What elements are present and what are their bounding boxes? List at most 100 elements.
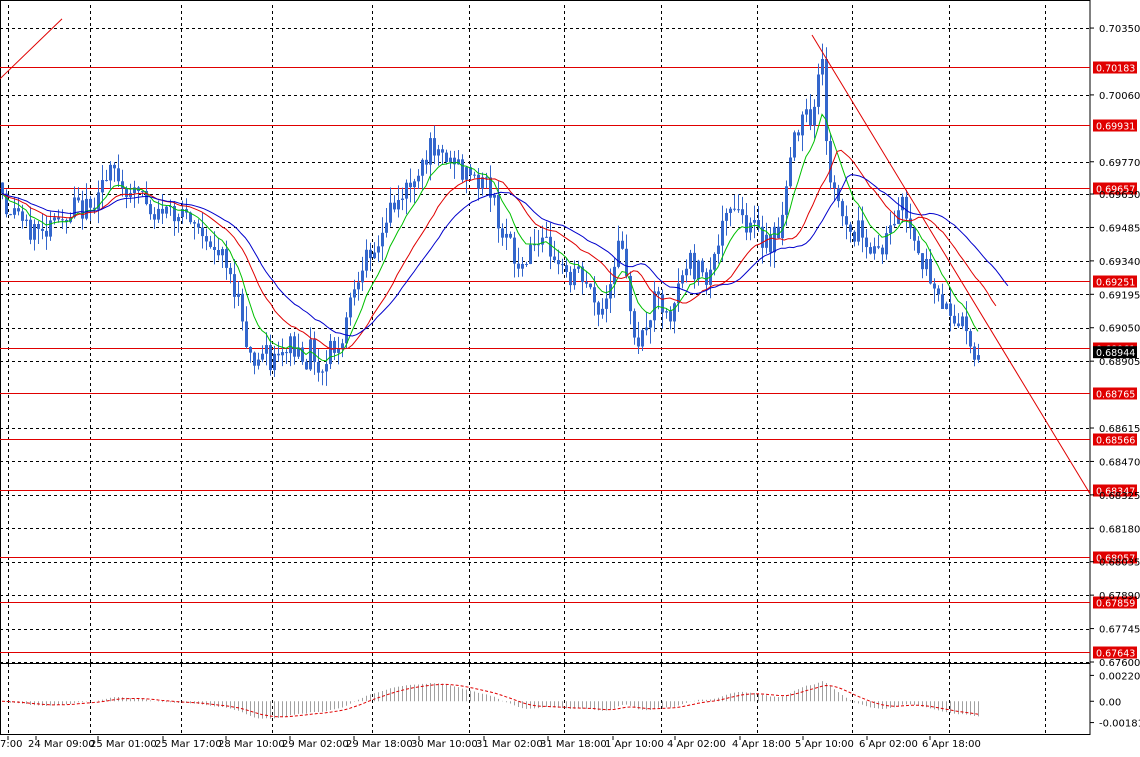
bar-body bbox=[85, 198, 88, 219]
bar-body bbox=[513, 237, 516, 264]
bar-body bbox=[149, 204, 152, 215]
bar-body bbox=[697, 260, 700, 280]
bar-body bbox=[965, 316, 968, 332]
y-tick-label: 0.68180 bbox=[1099, 524, 1140, 535]
y-tick-label: 0.69770 bbox=[1099, 158, 1140, 169]
y-tick-label: 0.69485 bbox=[1099, 223, 1140, 234]
bar-body bbox=[849, 224, 852, 232]
x-tick-label: 29 Mar 18:00 bbox=[346, 739, 413, 750]
bar-body bbox=[45, 230, 48, 237]
bar-body bbox=[277, 353, 280, 356]
bar-body bbox=[657, 291, 660, 295]
bar-body bbox=[265, 345, 268, 354]
bar-body bbox=[273, 353, 276, 371]
bar-body bbox=[389, 202, 392, 223]
bar-body bbox=[157, 208, 160, 220]
bar-body bbox=[929, 258, 932, 284]
bar-body bbox=[201, 227, 204, 237]
bar-body bbox=[421, 159, 424, 176]
bar-body bbox=[741, 209, 744, 216]
forex-chart[interactable]: 0.701830.699310.696570.692510.689610.687… bbox=[0, 0, 1140, 757]
bar-body bbox=[685, 268, 688, 276]
bar-body bbox=[333, 340, 336, 353]
x-tick-label: 24 Mar 09:00 bbox=[28, 739, 95, 750]
bar-body bbox=[161, 208, 164, 214]
y-tick-label: 0.69050 bbox=[1099, 324, 1140, 335]
bar-body bbox=[293, 336, 296, 357]
bar-body bbox=[525, 263, 528, 265]
bar-body bbox=[873, 246, 876, 254]
bar-body bbox=[9, 214, 12, 216]
bar-body bbox=[493, 194, 496, 198]
bar-body bbox=[125, 188, 128, 197]
x-tick-label: 1 Apr 10:00 bbox=[605, 739, 664, 750]
bar-body bbox=[237, 293, 240, 297]
bar-body bbox=[305, 361, 308, 370]
bar-body bbox=[461, 159, 464, 180]
x-tick-label: 5 Apr 10:00 bbox=[795, 739, 854, 750]
bar-body bbox=[413, 181, 416, 188]
bar-body bbox=[405, 182, 408, 199]
bar-body bbox=[321, 371, 324, 373]
bar-body bbox=[505, 233, 508, 238]
bar-body bbox=[637, 337, 640, 347]
bar-body bbox=[509, 233, 512, 238]
bar-body bbox=[105, 180, 108, 182]
bar-body bbox=[769, 234, 772, 253]
bar-body bbox=[681, 275, 684, 284]
bar-body bbox=[701, 260, 704, 273]
bar-body bbox=[649, 320, 652, 328]
bar-body bbox=[257, 359, 260, 366]
bar-body bbox=[497, 194, 500, 229]
bar-body bbox=[25, 219, 28, 221]
bar-body bbox=[29, 219, 32, 240]
bar-body bbox=[633, 311, 636, 338]
bar-body bbox=[821, 59, 824, 75]
bar-body bbox=[869, 247, 872, 254]
bar-body bbox=[573, 268, 576, 286]
bar-body bbox=[809, 109, 812, 126]
bar-body bbox=[133, 187, 136, 193]
bar-body bbox=[109, 164, 112, 181]
bar-body bbox=[397, 200, 400, 210]
bar-body bbox=[21, 211, 24, 221]
bar-body bbox=[449, 157, 452, 162]
bar-body bbox=[577, 266, 580, 269]
bar-body bbox=[789, 157, 792, 187]
bar-body bbox=[501, 228, 504, 238]
bar-body bbox=[73, 197, 76, 218]
bar-body bbox=[665, 311, 668, 313]
bar-body bbox=[793, 132, 796, 158]
bar-body bbox=[233, 274, 236, 297]
bar-body bbox=[485, 177, 488, 179]
bar-body bbox=[393, 202, 396, 210]
bar-body bbox=[433, 138, 436, 156]
y-tick-label: 0.68035 bbox=[1099, 558, 1140, 569]
bar-body bbox=[913, 228, 916, 241]
bar-body bbox=[401, 198, 404, 201]
bar-body bbox=[269, 345, 272, 371]
bar-body bbox=[721, 220, 724, 246]
x-tick-label: 4 Apr 02:00 bbox=[667, 739, 726, 750]
bar-body bbox=[861, 220, 864, 238]
bar-body bbox=[749, 222, 752, 233]
bar-body bbox=[693, 252, 696, 280]
y-tick-label: 0.68615 bbox=[1099, 424, 1140, 435]
bar-body bbox=[357, 282, 360, 290]
bar-body bbox=[101, 180, 104, 193]
bar-body bbox=[229, 267, 232, 275]
bar-body bbox=[197, 223, 200, 228]
bar-body bbox=[281, 352, 284, 356]
bar-body bbox=[1, 182, 4, 194]
bar-body bbox=[301, 347, 304, 362]
bar-body bbox=[689, 252, 692, 269]
bar-body bbox=[857, 220, 860, 242]
bar-body bbox=[841, 201, 844, 217]
x-tick-label: 6 Apr 02:00 bbox=[859, 739, 918, 750]
level-price-tag-text: 0.68765 bbox=[1096, 390, 1135, 401]
bar-body bbox=[325, 364, 328, 372]
bar-body bbox=[517, 263, 520, 269]
y-tick-label: 0.70060 bbox=[1099, 91, 1140, 102]
x-tick-label: 28 Mar 10:00 bbox=[218, 739, 285, 750]
y-tick-label: 0.68325 bbox=[1099, 491, 1140, 502]
